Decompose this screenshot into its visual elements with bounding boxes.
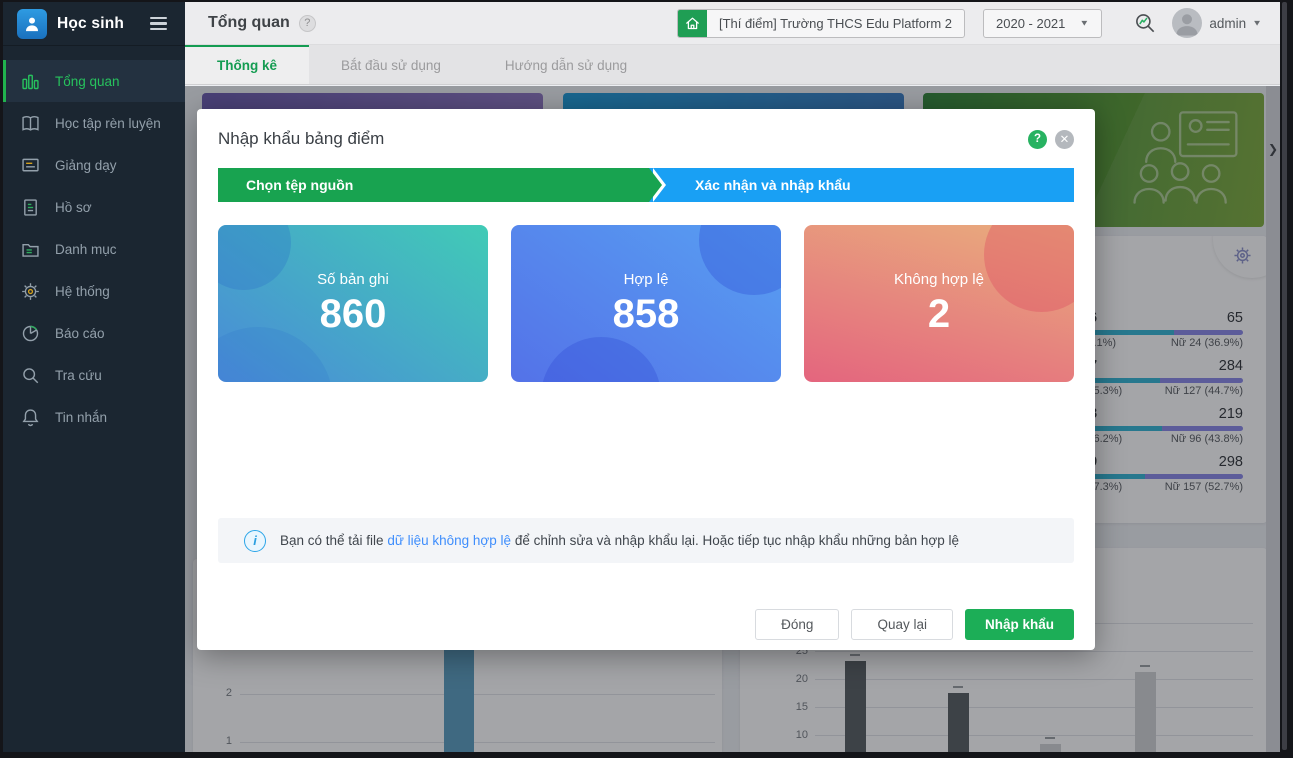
app-logo <box>17 8 47 39</box>
gear-icon <box>22 282 39 300</box>
back-button[interactable]: Quay lại <box>851 609 953 640</box>
import-button[interactable]: Nhập khẩu <box>964 609 1074 640</box>
sidebar-item-tin-nhan[interactable]: Tin nhắn <box>3 396 185 438</box>
pie-chart-icon <box>22 325 39 341</box>
app-window: Học sinh Tổng quan Học tập rèn luyện Giả… <box>3 2 1280 752</box>
user-menu[interactable]: admin ▼ <box>1209 16 1266 31</box>
sidebar-item-tong-quan[interactable]: Tổng quan <box>3 60 185 102</box>
card-value: 860 <box>319 291 387 336</box>
step-choose-source-file[interactable]: Chọn tệp nguồn <box>218 168 666 202</box>
sidebar-item-label: Báo cáo <box>55 325 105 341</box>
user-avatar[interactable] <box>1172 8 1203 38</box>
card-total-records: Số bản ghi 860 <box>218 225 488 382</box>
card-value: 2 <box>927 291 951 336</box>
sidebar-item-danh-muc[interactable]: Danh mục <box>3 228 185 270</box>
sidebar-item-label: Học tập rèn luyện <box>55 115 161 131</box>
card-valid-records: Hợp lệ 858 <box>511 225 781 382</box>
search-icon <box>23 367 39 383</box>
sidebar: Học sinh Tổng quan Học tập rèn luyện Giả… <box>3 2 185 752</box>
modal-help-icon[interactable]: ? <box>1028 129 1047 149</box>
card-label: Hợp lệ <box>623 270 669 288</box>
page-title: Tổng quan <box>208 14 290 31</box>
tab-bar: Thống kê Bắt đầu sử dụng Hướng dẫn sử dụ… <box>185 45 1280 85</box>
teaching-board-icon <box>22 158 39 171</box>
step-confirm-import[interactable]: Xác nhận và nhập khẩu <box>649 168 1074 202</box>
chevron-down-icon: ▼ <box>1252 18 1262 28</box>
school-year-dropdown[interactable]: 2020 - 2021 ▼ <box>983 8 1103 38</box>
school-name: [Thí điểm] Trường THCS Edu Platform 2 <box>718 15 952 31</box>
tab-bat-dau-su-dung[interactable]: Bắt đầu sử dụng <box>309 45 473 84</box>
home-icon[interactable] <box>677 9 707 37</box>
app-title: Học sinh <box>57 14 125 32</box>
bell-icon <box>22 408 39 426</box>
sidebar-item-label: Hồ sơ <box>55 199 92 215</box>
school-selector[interactable]: [Thí điểm] Trường THCS Edu Platform 2 <box>676 8 965 38</box>
window-scrollbar[interactable] <box>1282 2 1287 750</box>
invalid-data-download-link[interactable]: dữ liệu không hợp lệ <box>387 533 511 548</box>
tab-thong-ke[interactable]: Thống kê <box>185 45 309 84</box>
menu-toggle-icon[interactable] <box>146 13 171 34</box>
close-button[interactable]: Đóng <box>755 609 840 640</box>
sidebar-item-label: Tra cứu <box>55 367 102 383</box>
book-icon <box>22 115 39 131</box>
sidebar-item-label: Danh mục <box>55 241 117 257</box>
wizard-steps: Chọn tệp nguồn Xác nhận và nhập khẩu <box>218 168 1074 202</box>
document-icon <box>24 198 37 216</box>
modal-header: Nhập khẩu bảng điểm ? ✕ <box>218 109 1074 149</box>
sidebar-item-tra-cuu[interactable]: Tra cứu <box>3 354 185 396</box>
modal-close-icon[interactable]: ✕ <box>1055 129 1074 149</box>
main-area: Tổng quan ? [Thí điểm] Trường THCS Edu P… <box>185 2 1280 752</box>
modal-footer-buttons: Đóng Quay lại Nhập khẩu <box>218 609 1074 640</box>
info-message: i Bạn có thể tải file dữ liệu không hợp … <box>218 518 1074 563</box>
info-text: Bạn có thể tải file dữ liệu không hợp lệ… <box>280 533 960 548</box>
sidebar-menu: Tổng quan Học tập rèn luyện Giảng dạy Hồ… <box>3 46 185 438</box>
sidebar-item-bao-cao[interactable]: Báo cáo <box>3 312 185 354</box>
tab-huong-dan-su-dung[interactable]: Hướng dẫn sử dụng <box>473 45 659 84</box>
lookup-search-icon[interactable] <box>1132 10 1158 36</box>
header-right-cluster: [Thí điểm] Trường THCS Edu Platform 2 20… <box>676 8 1266 38</box>
card-invalid-records: Không hợp lệ 2 <box>804 225 1074 382</box>
student-icon <box>26 17 38 31</box>
sidebar-item-he-thong[interactable]: Hệ thống <box>3 270 185 312</box>
sidebar-item-label: Hệ thống <box>55 283 110 299</box>
sidebar-item-label: Tin nhắn <box>55 409 108 425</box>
import-scores-modal: Nhập khẩu bảng điểm ? ✕ Chọn tệp nguồn X… <box>197 109 1095 650</box>
sidebar-item-ho-so[interactable]: Hồ sơ <box>3 186 185 228</box>
sidebar-logo-row: Học sinh <box>3 2 185 46</box>
dashboard-content: Lớp 665 Nam 41 (63.1%)Nữ 24 (36.9%) Lớp … <box>185 86 1280 752</box>
top-header: Tổng quan ? [Thí điểm] Trường THCS Edu P… <box>185 2 1280 45</box>
sidebar-item-label: Tổng quan <box>55 73 120 89</box>
sidebar-item-giang-day[interactable]: Giảng dạy <box>3 144 185 186</box>
bar-chart-icon <box>22 74 39 89</box>
card-label: Không hợp lệ <box>894 270 984 288</box>
username: admin <box>1209 15 1247 31</box>
summary-cards: Số bản ghi 860 Hợp lệ 858 Không hợp lệ 2 <box>218 225 1074 382</box>
page-help-badge[interactable]: ? <box>298 14 316 32</box>
folder-icon <box>22 243 39 257</box>
info-icon: i <box>244 529 266 552</box>
chevron-down-icon: ▼ <box>1079 18 1090 28</box>
school-year-value: 2020 - 2021 <box>996 15 1066 31</box>
sidebar-item-hoc-tap[interactable]: Học tập rèn luyện <box>3 102 185 144</box>
card-label: Số bản ghi <box>317 270 389 288</box>
modal-title: Nhập khẩu bảng điểm <box>218 129 385 148</box>
sidebar-item-label: Giảng dạy <box>55 157 117 173</box>
card-value: 858 <box>612 291 680 336</box>
